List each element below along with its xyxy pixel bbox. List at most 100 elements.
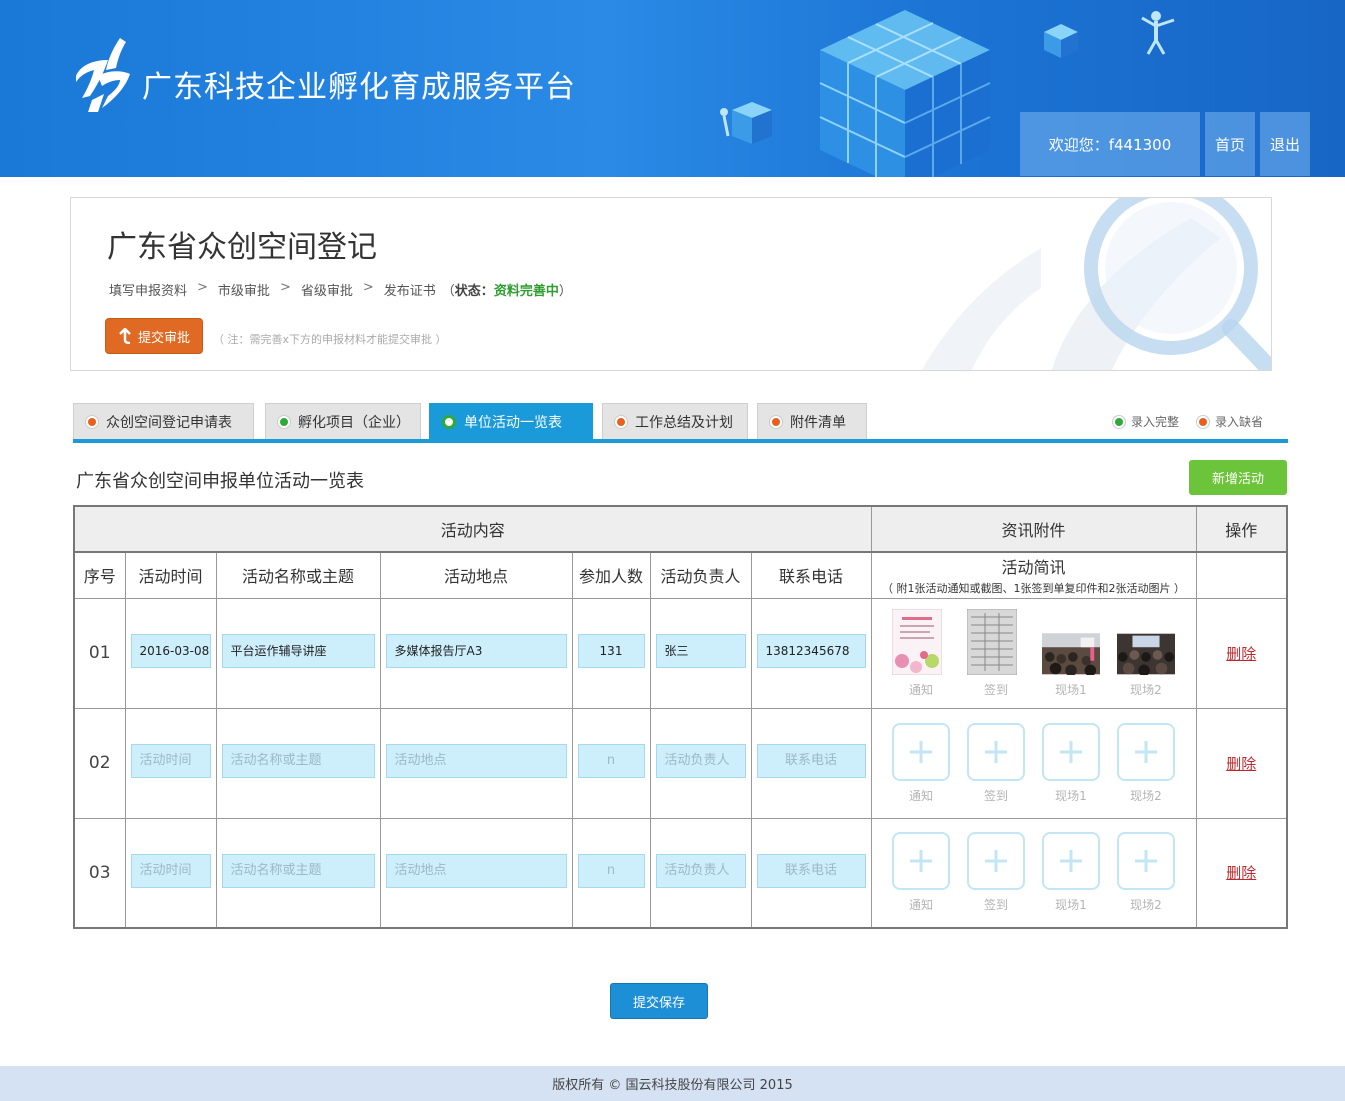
attachment-scene1[interactable]: 现场1 <box>1039 832 1103 913</box>
status-dot-icon <box>615 415 627 428</box>
tab-incubation-projects[interactable]: 孵化项目（企业） <box>265 403 421 439</box>
attachment-notice[interactable]: 通知 <box>889 608 953 698</box>
attachment-scene2[interactable]: 现场2 <box>1114 832 1178 913</box>
step-province-approval: 省级审批 <box>300 284 353 299</box>
attach-label: 签到 <box>983 682 1008 697</box>
status-dot-icon <box>770 415 782 428</box>
home-button[interactable]: 首页 <box>1205 112 1255 176</box>
leader-field[interactable]: 活动负责人 <box>655 744 746 778</box>
name-field[interactable]: 平台运作辅导讲座 <box>221 634 375 668</box>
upload-button[interactable] <box>1117 832 1175 891</box>
scene2-thumbnail <box>1117 633 1175 675</box>
cell-count: n <box>571 707 651 819</box>
cell-time: 2016-03-08 <box>124 597 217 709</box>
cell-attachments: 通知 签到 现场1 现场2 <box>870 707 1197 819</box>
header-activity-content: 活动内容 <box>73 505 872 553</box>
plus-icon <box>910 850 932 873</box>
step-issue-certificate: 发布证书 <box>383 284 436 299</box>
plus-icon <box>1060 850 1082 873</box>
time-field[interactable]: 2016-03-08 <box>130 634 211 668</box>
tab-attachment-list[interactable]: 附件清单 <box>757 403 867 439</box>
registration-panel: 广东省众创空间登记 填写申报资料 > 市级审批 > 省级审批 > 发布证书 （ … <box>70 197 1272 371</box>
attach-label: 签到 <box>983 788 1008 803</box>
attach-subtitle: （ 附1张活动通知或截图、1张签到单复印件和2张活动图片 ） <box>882 582 1185 596</box>
table-row: 02 活动时间 活动名称或主题 活动地点 n 活动负责人 联系电话 通知 签到 <box>73 707 1288 819</box>
add-activity-button[interactable]: 新增活动 <box>1189 460 1287 495</box>
time-field[interactable]: 活动时间 <box>130 853 211 888</box>
status-dot-icon <box>278 415 290 428</box>
plus-icon <box>1060 740 1082 763</box>
place-field[interactable]: 活动地点 <box>385 853 567 888</box>
cell-name: 活动名称或主题 <box>215 707 381 819</box>
upload-button[interactable] <box>1042 832 1100 891</box>
breadcrumb-separator: > <box>362 280 374 295</box>
attachment-scene2[interactable]: 现场2 <box>1114 722 1178 804</box>
tab-work-summary[interactable]: 工作总结及计划 <box>602 403 748 439</box>
logout-button[interactable]: 退出 <box>1260 112 1310 176</box>
col-leader: 活动负责人 <box>649 551 752 599</box>
footer-copyright: 版权所有 © 国云科技股份有限公司 2015 <box>0 1066 1345 1101</box>
cell-phone: 13812345678 <box>750 597 872 709</box>
phone-field[interactable]: 联系电话 <box>756 744 866 778</box>
cell-ops: 删除 <box>1195 817 1288 929</box>
attachment-scene1[interactable]: 现场1 <box>1039 722 1103 804</box>
small-cube-graphic <box>1044 24 1078 58</box>
leader-field[interactable]: 张三 <box>655 634 746 668</box>
signin-thumbnail <box>967 608 1017 675</box>
tab-label: 孵化项目（企业） <box>298 414 410 431</box>
upload-button[interactable] <box>967 832 1025 891</box>
upload-button[interactable] <box>892 832 950 891</box>
tab-label: 工作总结及计划 <box>635 414 733 431</box>
step-fill-data: 填写申报资料 <box>109 284 188 299</box>
cell-place: 活动地点 <box>379 707 573 819</box>
col-time: 活动时间 <box>124 551 217 599</box>
cell-count: 131 <box>571 597 651 709</box>
submit-approval-label: 提交审批 <box>137 330 190 346</box>
cell-leader: 活动负责人 <box>649 707 752 819</box>
place-field[interactable]: 多媒体报告厅A3 <box>385 634 567 668</box>
upload-button[interactable] <box>967 722 1025 781</box>
place-field[interactable]: 活动地点 <box>385 744 567 778</box>
table-row: 03 活动时间 活动名称或主题 活动地点 n 活动负责人 联系电话 通知 签到 <box>73 817 1288 929</box>
attachment-signin[interactable]: 签到 <box>964 832 1028 913</box>
submit-approval-button[interactable]: 提交审批 <box>105 318 203 354</box>
attachment-notice[interactable]: 通知 <box>889 722 953 804</box>
submit-save-button[interactable]: 提交保存 <box>610 983 708 1019</box>
upload-button[interactable] <box>1042 722 1100 781</box>
delete-link[interactable]: 删除 <box>1226 864 1256 882</box>
col-phone: 联系电话 <box>750 551 872 599</box>
upload-button[interactable] <box>1117 722 1175 781</box>
attach-label: 通知 <box>908 788 933 803</box>
row-seq: 03 <box>73 817 126 929</box>
attach-label: 签到 <box>983 898 1008 913</box>
legend-missing-label: 录入缺省 <box>1215 415 1264 429</box>
delete-link[interactable]: 删除 <box>1226 645 1256 663</box>
attachment-notice[interactable]: 通知 <box>889 832 953 913</box>
attach-label: 现场1 <box>1055 682 1087 697</box>
phone-field[interactable]: 联系电话 <box>756 853 866 888</box>
attachment-signin[interactable]: 签到 <box>964 608 1028 698</box>
attachment-scene2[interactable]: 现场2 <box>1114 609 1178 698</box>
attachment-scene1[interactable]: 现场1 <box>1039 609 1103 698</box>
name-field[interactable]: 活动名称或主题 <box>221 744 375 778</box>
count-field[interactable]: n <box>577 853 645 888</box>
plus-icon <box>985 850 1007 873</box>
col-ops-empty <box>1195 551 1288 599</box>
tab-activity-list[interactable]: 单位活动一览表 <box>429 403 593 439</box>
status-open-paren: （ <box>441 284 455 299</box>
status-label: 状态： <box>454 284 494 299</box>
attachment-signin[interactable]: 签到 <box>964 722 1028 804</box>
name-field[interactable]: 活动名称或主题 <box>221 853 375 888</box>
delete-link[interactable]: 删除 <box>1226 755 1256 773</box>
cell-phone: 联系电话 <box>750 707 872 819</box>
complete-dot-icon <box>1113 415 1125 428</box>
tab-registration-form[interactable]: 众创空间登记申请表 <box>73 403 254 439</box>
upload-button[interactable] <box>892 722 950 781</box>
phone-field[interactable]: 13812345678 <box>756 634 866 668</box>
cell-leader: 活动负责人 <box>649 817 752 929</box>
count-field[interactable]: 131 <box>577 634 645 668</box>
legend-complete: 录入完整 <box>1113 413 1179 430</box>
time-field[interactable]: 活动时间 <box>130 744 211 778</box>
count-field[interactable]: n <box>577 744 645 778</box>
leader-field[interactable]: 活动负责人 <box>655 853 746 888</box>
